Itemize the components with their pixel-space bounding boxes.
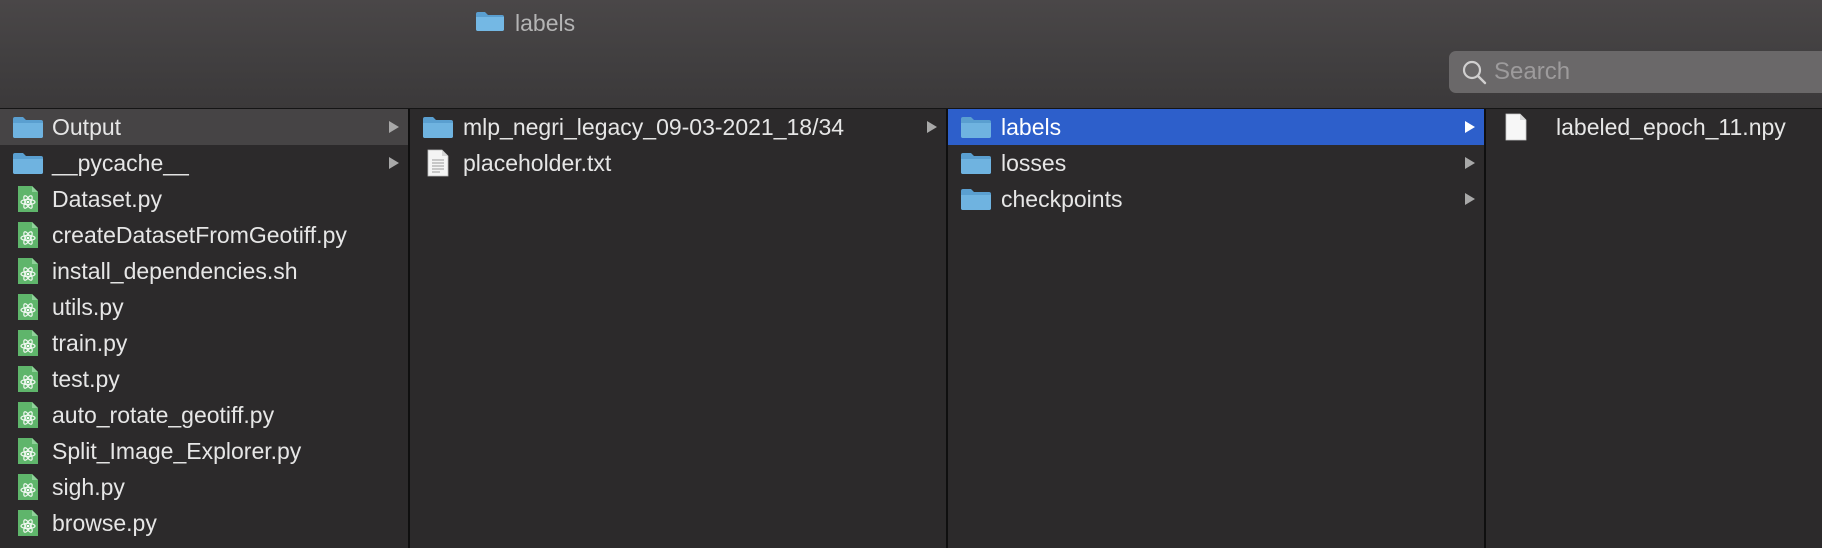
column-2[interactable]: mlp_negri_legacy_09-03-2021_18/34 placeh… [410, 109, 948, 548]
item-label: labels [1001, 113, 1062, 140]
blank-file-icon [1500, 112, 1532, 142]
python-file-icon [12, 508, 44, 538]
file-item[interactable]: train.py [0, 325, 408, 361]
folder-item[interactable]: checkpoints [948, 181, 1484, 217]
file-item[interactable]: install_dependencies.sh [0, 253, 408, 289]
disclosure-arrow-icon [1464, 181, 1476, 217]
folder-icon [475, 10, 505, 37]
window-title-text: labels [515, 9, 576, 36]
file-item[interactable]: test.py [0, 361, 408, 397]
folder-icon [12, 148, 44, 178]
item-label: checkpoints [1001, 185, 1123, 212]
folder-item[interactable]: mlp_negri_legacy_09-03-2021_18/34 [410, 109, 946, 145]
folder-icon [960, 148, 992, 178]
file-item[interactable]: utils.py [0, 289, 408, 325]
item-label: placeholder.txt [463, 149, 612, 176]
item-label: utils.py [52, 293, 124, 320]
disclosure-arrow-icon [388, 145, 400, 181]
python-file-icon [12, 472, 44, 502]
file-item[interactable]: labeled_epoch_11.npy [1486, 109, 1822, 145]
disclosure-arrow-icon [1464, 145, 1476, 181]
item-label: auto_rotate_geotiff.py [52, 401, 275, 428]
item-label: __pycache__ [52, 149, 189, 176]
disclosure-arrow-icon [926, 109, 938, 145]
column-1[interactable]: Output __pycache__ Dataset.py createData… [0, 109, 410, 548]
item-label: sigh.py [52, 473, 125, 500]
file-item[interactable]: browse.py [0, 505, 408, 541]
column-browser: Output __pycache__ Dataset.py createData… [0, 109, 1822, 548]
folder-icon [960, 184, 992, 214]
column-3[interactable]: labels losses checkpoints [948, 109, 1486, 548]
python-file-icon [12, 292, 44, 322]
file-item[interactable]: createDatasetFromGeotiff.py [0, 217, 408, 253]
file-item[interactable]: Dataset.py [0, 181, 408, 217]
item-label: test.py [52, 365, 120, 392]
python-file-icon [12, 436, 44, 466]
python-file-icon [12, 400, 44, 430]
search-field[interactable] [1449, 51, 1822, 93]
folder-item[interactable]: labels [948, 109, 1484, 145]
python-file-icon [12, 256, 44, 286]
text-file-icon [422, 148, 454, 178]
disclosure-arrow-icon [388, 109, 400, 145]
item-label: losses [1001, 149, 1067, 176]
item-label: Split_Image_Explorer.py [52, 437, 302, 464]
python-file-icon [12, 364, 44, 394]
python-file-icon [12, 328, 44, 358]
search-icon [1460, 58, 1488, 86]
python-file-icon [12, 220, 44, 250]
toolbar: labels [0, 0, 1822, 109]
folder-icon [960, 112, 992, 142]
item-label: labeled_epoch_11.npy [1556, 113, 1786, 140]
item-label: Dataset.py [52, 185, 162, 212]
file-item[interactable]: placeholder.txt [410, 145, 946, 181]
column-4[interactable]: labeled_epoch_11.npy [1486, 109, 1822, 548]
folder-item[interactable]: losses [948, 145, 1484, 181]
search-input[interactable] [1494, 58, 1814, 86]
disclosure-arrow-icon [1464, 109, 1476, 145]
item-label: train.py [52, 329, 128, 356]
folder-item[interactable]: Output [0, 109, 408, 145]
item-label: install_dependencies.sh [52, 257, 298, 284]
item-label: createDatasetFromGeotiff.py [52, 221, 347, 248]
item-label: browse.py [52, 509, 157, 536]
file-item[interactable]: auto_rotate_geotiff.py [0, 397, 408, 433]
window-title: labels [475, 8, 575, 38]
folder-item[interactable]: __pycache__ [0, 145, 408, 181]
file-item[interactable]: sigh.py [0, 469, 408, 505]
folder-icon [422, 112, 454, 142]
finder-window: labels Output __pycache__ [0, 0, 1822, 548]
folder-icon [12, 112, 44, 142]
python-file-icon [12, 184, 44, 214]
item-label: mlp_negri_legacy_09-03-2021_18/34 [463, 113, 845, 140]
file-item[interactable]: Split_Image_Explorer.py [0, 433, 408, 469]
item-label: Output [52, 113, 122, 140]
